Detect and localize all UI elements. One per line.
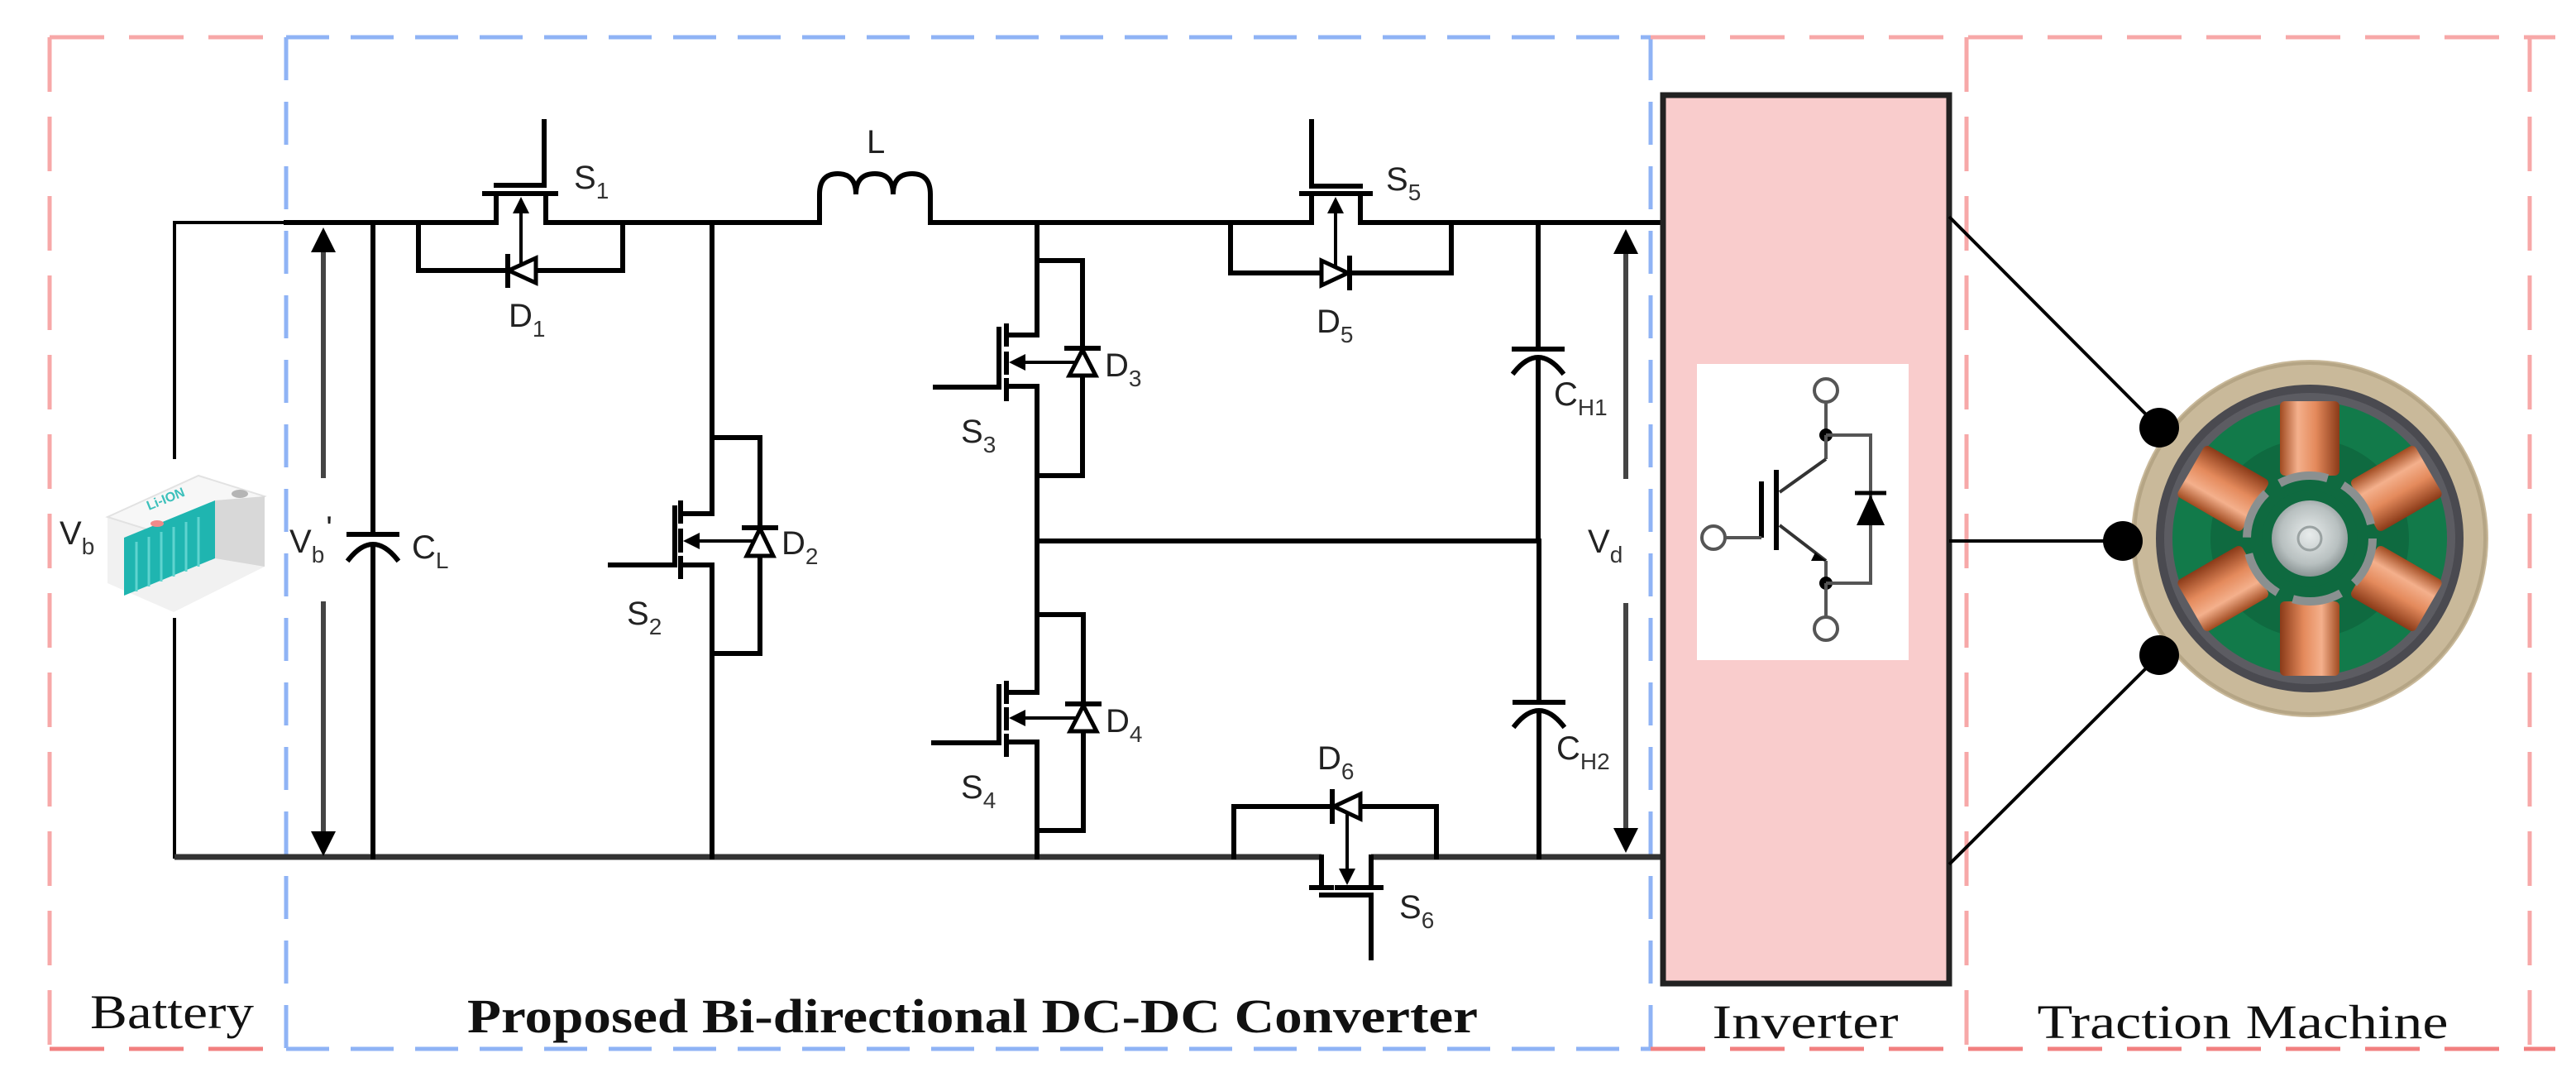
d2-label: D2 [781,525,818,569]
switch-s3 [933,220,1082,543]
diode-d5 [1228,220,1454,290]
d4-label: D4 [1106,703,1142,747]
battery-section-label: Battery [90,985,254,1039]
switch-s6 [1309,811,1384,960]
diode-d4 [1035,612,1102,833]
diode-d2 [710,435,778,656]
s3-label: S3 [961,414,996,457]
inverter-section-label: Inverter [1713,995,1899,1049]
d5-label: D5 [1317,304,1353,347]
li-ion-battery-icon: Li-ION [105,474,267,612]
s2-label: S2 [627,596,662,639]
switch-s5 [1299,119,1373,273]
traction-section-label: Traction Machine [2038,995,2449,1049]
cl-label: CL [412,529,448,573]
switch-s2 [608,220,760,859]
converter-section-label: Proposed Bi-directional DC-DC Converter [467,989,1478,1043]
vb-prime-label: Vb' [289,510,332,567]
capacitor-cl [345,220,401,859]
inductor-l [817,170,933,225]
motor-stator-icon [2131,360,2488,717]
vb-label: Vb [60,515,94,559]
ch2-label: CH2 [1556,730,1610,774]
vd-label: Vd [1588,524,1623,567]
capacitor-ch2 [1511,538,1567,859]
d3-label: D3 [1105,347,1141,391]
ch1-label: CH1 [1554,376,1608,420]
s6-label: S6 [1399,889,1434,933]
dc-rails [173,220,1665,860]
circuit-diagram: Li-ION Vb Vb' CL S1 D1 L D2 S2 D3 S3 D4 … [47,35,2555,1051]
inverter-block [1660,92,1952,987]
diode-d3 [1035,258,1101,478]
diode-d6 [1231,789,1439,859]
switch-s4 [931,538,1083,859]
inductor-label: L [867,124,885,160]
switch-s1 [482,119,558,270]
s4-label: S4 [961,769,996,813]
d6-label: D6 [1317,740,1354,784]
d1-label: D1 [509,298,545,342]
s5-label: S5 [1386,161,1421,205]
s1-label: S1 [574,160,609,203]
